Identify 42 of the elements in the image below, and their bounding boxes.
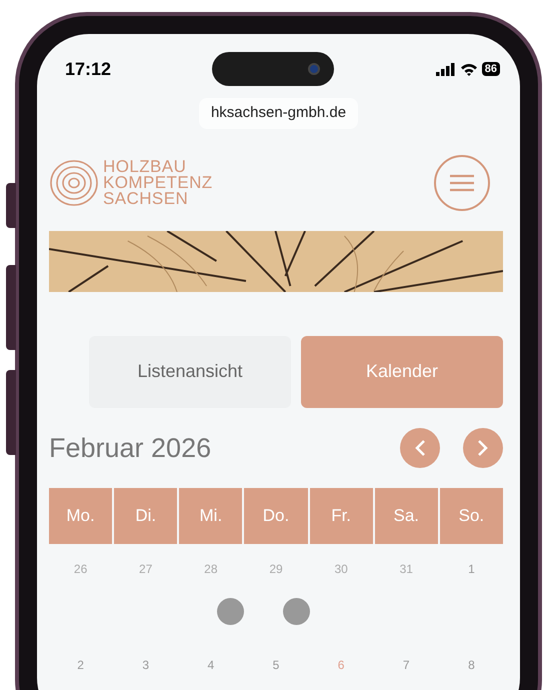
- weekday-header: Mi.: [179, 488, 242, 544]
- status-time: 17:12: [65, 58, 112, 80]
- weekday-header: So.: [440, 488, 503, 544]
- weekday-header: Di.: [114, 488, 178, 544]
- day-number[interactable]: 27: [139, 560, 152, 578]
- day-number[interactable]: 6: [338, 656, 344, 674]
- weekday-header: Fr.: [310, 488, 373, 544]
- day-number[interactable]: 8: [468, 656, 475, 674]
- side-button-icon: [6, 265, 16, 350]
- logo-text: SACHSEN: [103, 190, 190, 206]
- day-number[interactable]: 28: [204, 560, 218, 578]
- day-number[interactable]: 1: [468, 560, 475, 578]
- day-number[interactable]: 4: [208, 656, 214, 674]
- day-number[interactable]: 30: [334, 560, 348, 578]
- view-tab[interactable]: Kalender: [301, 336, 503, 408]
- day-number[interactable]: 2: [77, 656, 84, 674]
- view-tab[interactable]: Listenansicht: [89, 336, 291, 408]
- logo-text: KOMPETENZ: [103, 174, 213, 190]
- next-month-button[interactable]: [463, 428, 503, 468]
- menu-icon: [450, 174, 474, 192]
- side-button-icon: [6, 370, 16, 455]
- logo-text: HOLZBAU: [103, 158, 188, 174]
- day-number[interactable]: 7: [402, 656, 410, 674]
- weekday-header: Sa.: [374, 488, 438, 544]
- previous-month-button[interactable]: [400, 428, 440, 468]
- chevron-right-icon: [477, 438, 489, 457]
- wifi-icon: [460, 62, 478, 76]
- month-title: Februar 2026: [49, 432, 212, 464]
- battery-level: 86: [482, 62, 500, 76]
- address-bar-url[interactable]: hksachsen-gmbh.de: [198, 98, 358, 128]
- day-number[interactable]: 26: [74, 560, 88, 578]
- day-number[interactable]: 3: [142, 656, 150, 674]
- tree-rings-logo-icon: [49, 158, 99, 208]
- day-number[interactable]: 31: [400, 560, 413, 578]
- day-number[interactable]: 29: [269, 560, 283, 578]
- day-number[interactable]: 5: [272, 656, 280, 674]
- weekday-header: Do.: [244, 488, 308, 544]
- side-button-icon: [6, 183, 16, 228]
- menu-button[interactable]: [434, 154, 490, 210]
- signal-icon: [436, 62, 456, 76]
- weekday-header: Mo.: [49, 488, 112, 544]
- chevron-left-icon: [414, 438, 426, 457]
